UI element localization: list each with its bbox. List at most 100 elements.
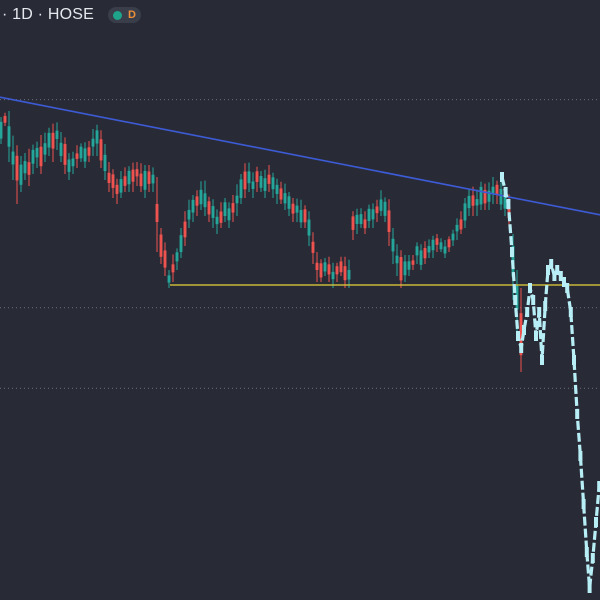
candle-body-0 [0, 121, 3, 139]
candle-body-8 [31, 149, 35, 164]
candle-51 [203, 180, 207, 216]
candle-body-112 [447, 239, 451, 248]
candle-114 [455, 218, 459, 240]
candle-44 [175, 248, 179, 270]
candle-56 [223, 198, 227, 222]
candle-68 [271, 172, 275, 198]
overlay-point-29 [590, 553, 595, 563]
candle-26 [103, 144, 107, 180]
candle-body-1 [3, 115, 7, 123]
candle-29 [115, 178, 119, 204]
candle-61 [243, 163, 247, 198]
candle-70 [279, 181, 283, 204]
candle-116 [463, 198, 467, 228]
candle-96 [383, 197, 387, 222]
candle-body-72 [287, 196, 291, 209]
candle-body-118 [471, 195, 475, 206]
candle-body-12 [47, 132, 51, 148]
symbol-legend[interactable]: · 1D · HOSE D [0, 4, 142, 26]
candle-body-114 [455, 224, 459, 232]
candle-8 [31, 144, 35, 174]
candle-body-96 [383, 201, 387, 216]
candle-39 [155, 177, 159, 252]
candle-3 [11, 135, 15, 180]
candle-0 [0, 117, 3, 144]
candle-93 [371, 203, 375, 228]
candle-body-88 [351, 216, 355, 230]
candle-63 [251, 172, 255, 198]
candle-body-63 [251, 181, 255, 189]
candle-49 [195, 190, 199, 216]
candle-73 [291, 198, 295, 222]
candle-body-84 [335, 266, 339, 275]
candle-body-40 [159, 234, 163, 257]
overlay-point-26 [581, 499, 586, 509]
candle-body-66 [263, 178, 267, 191]
overlay-series-line [500, 176, 600, 590]
candle-100 [399, 250, 403, 288]
candle-99 [395, 244, 399, 276]
candle-28 [111, 169, 115, 198]
candle-body-7 [27, 162, 31, 175]
overlay-point-27 [584, 547, 589, 557]
symbol-info[interactable]: · 1D · HOSE [0, 6, 94, 24]
candle-47 [187, 199, 191, 228]
price-chart[interactable] [0, 0, 600, 600]
candle-118 [471, 186, 475, 216]
overlay-point-9 [528, 283, 532, 293]
overlay-point-2 [506, 199, 511, 209]
candle-body-77 [307, 219, 311, 236]
candle-body-79 [315, 262, 319, 270]
candle-body-99 [395, 255, 399, 264]
candle-body-57 [227, 208, 231, 221]
candle-body-39 [155, 204, 159, 222]
candle-body-81 [323, 262, 327, 272]
candle-body-31 [123, 176, 127, 186]
candle-body-120 [479, 186, 483, 205]
candle-119 [475, 189, 479, 216]
candle-body-109 [435, 238, 439, 245]
candle-64 [255, 166, 259, 192]
candle-23 [91, 129, 95, 156]
candle-6 [23, 153, 27, 180]
candle-body-17 [67, 159, 71, 172]
candle-123 [491, 177, 495, 204]
candle-84 [335, 262, 339, 282]
candle-body-68 [271, 177, 275, 190]
candle-body-86 [343, 266, 347, 281]
candle-body-108 [431, 239, 435, 251]
candle-106 [423, 241, 427, 264]
overlay-point-6 [519, 343, 524, 353]
candle-113 [451, 229, 455, 246]
candle-62 [247, 162, 251, 192]
candle-body-11 [43, 143, 47, 155]
candle-111 [443, 240, 447, 258]
candle-112 [447, 236, 451, 252]
candle-77 [307, 211, 311, 246]
candle-75 [299, 199, 303, 228]
candle-body-90 [359, 214, 363, 225]
candle-50 [199, 181, 203, 210]
chart-area[interactable]: · 1D · HOSE D [0, 0, 600, 600]
candle-34 [135, 162, 139, 186]
candle-body-85 [339, 261, 343, 273]
candle-body-92 [367, 208, 371, 221]
candle-37 [147, 165, 151, 192]
candle-body-43 [171, 264, 175, 273]
candle-body-56 [223, 202, 227, 216]
candle-108 [431, 235, 435, 258]
candle-31 [123, 167, 127, 192]
market-status-pill[interactable]: D [108, 7, 142, 23]
candle-95 [379, 190, 383, 216]
candle-body-91 [363, 219, 367, 229]
candle-body-10 [39, 146, 43, 167]
candle-body-26 [103, 154, 107, 171]
candle-body-27 [107, 172, 111, 183]
candle-41 [163, 242, 167, 276]
candle-body-94 [375, 206, 379, 214]
candle-5 [19, 156, 23, 192]
candle-74 [295, 198, 299, 222]
candle-12 [47, 127, 51, 156]
candle-body-101 [403, 261, 407, 276]
candle-body-28 [111, 174, 115, 188]
